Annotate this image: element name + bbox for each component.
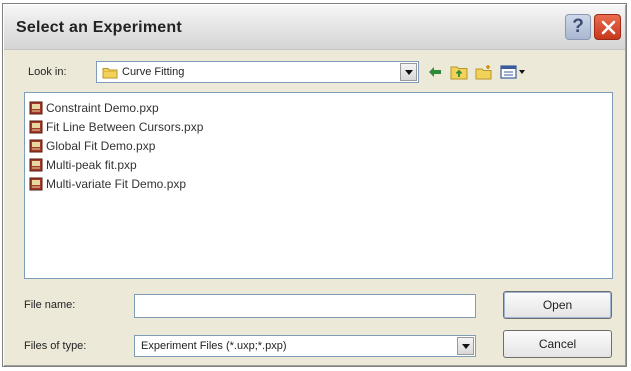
experiment-file-icon: [29, 177, 43, 191]
experiment-file-icon: [29, 101, 43, 115]
look-in-dropdown[interactable]: Curve Fitting: [96, 61, 419, 83]
file-name-label: File name:: [24, 299, 76, 311]
title-bar[interactable]: Select an Experiment ?: [4, 5, 625, 50]
open-button[interactable]: Open: [503, 291, 612, 319]
look-in-dropdown-arrow[interactable]: [400, 63, 417, 81]
file-type-value: Experiment Files (*.uxp;*.pxp): [141, 340, 287, 352]
file-list[interactable]: Constraint Demo.pxp Fit Line Between Cur…: [24, 92, 613, 279]
file-name: Multi-variate Fit Demo.pxp: [46, 177, 187, 191]
up-folder-icon[interactable]: [450, 64, 468, 80]
view-menu-icon[interactable]: [500, 64, 526, 80]
experiment-file-icon: [29, 139, 43, 153]
file-type-dropdown[interactable]: Experiment Files (*.uxp;*.pxp): [134, 335, 476, 357]
look-in-label: Look in:: [28, 66, 67, 78]
close-button[interactable]: [594, 14, 621, 40]
dialog-title: Select an Experiment: [16, 19, 182, 36]
look-in-value: Curve Fitting: [122, 66, 185, 78]
file-type-dropdown-arrow[interactable]: [457, 337, 474, 355]
experiment-file-icon: [29, 120, 43, 134]
new-folder-icon[interactable]: [475, 64, 493, 80]
file-type-label: Files of type:: [24, 340, 87, 352]
folder-icon: [102, 68, 118, 79]
open-file-dialog: Select an Experiment ? Look in: Curve Fi…: [2, 3, 627, 367]
file-name: Multi-peak fit.pxp: [46, 158, 137, 172]
file-name: Fit Line Between Cursors.pxp: [46, 120, 204, 134]
file-name: Constraint Demo.pxp: [46, 101, 159, 115]
help-button[interactable]: ?: [565, 14, 591, 40]
close-icon: [601, 20, 616, 35]
back-arrow-icon[interactable]: [427, 64, 443, 80]
file-name-input[interactable]: [134, 294, 476, 318]
file-name: Global Fit Demo.pxp: [46, 139, 156, 153]
experiment-file-icon: [29, 158, 43, 172]
cancel-button[interactable]: Cancel: [503, 330, 612, 358]
